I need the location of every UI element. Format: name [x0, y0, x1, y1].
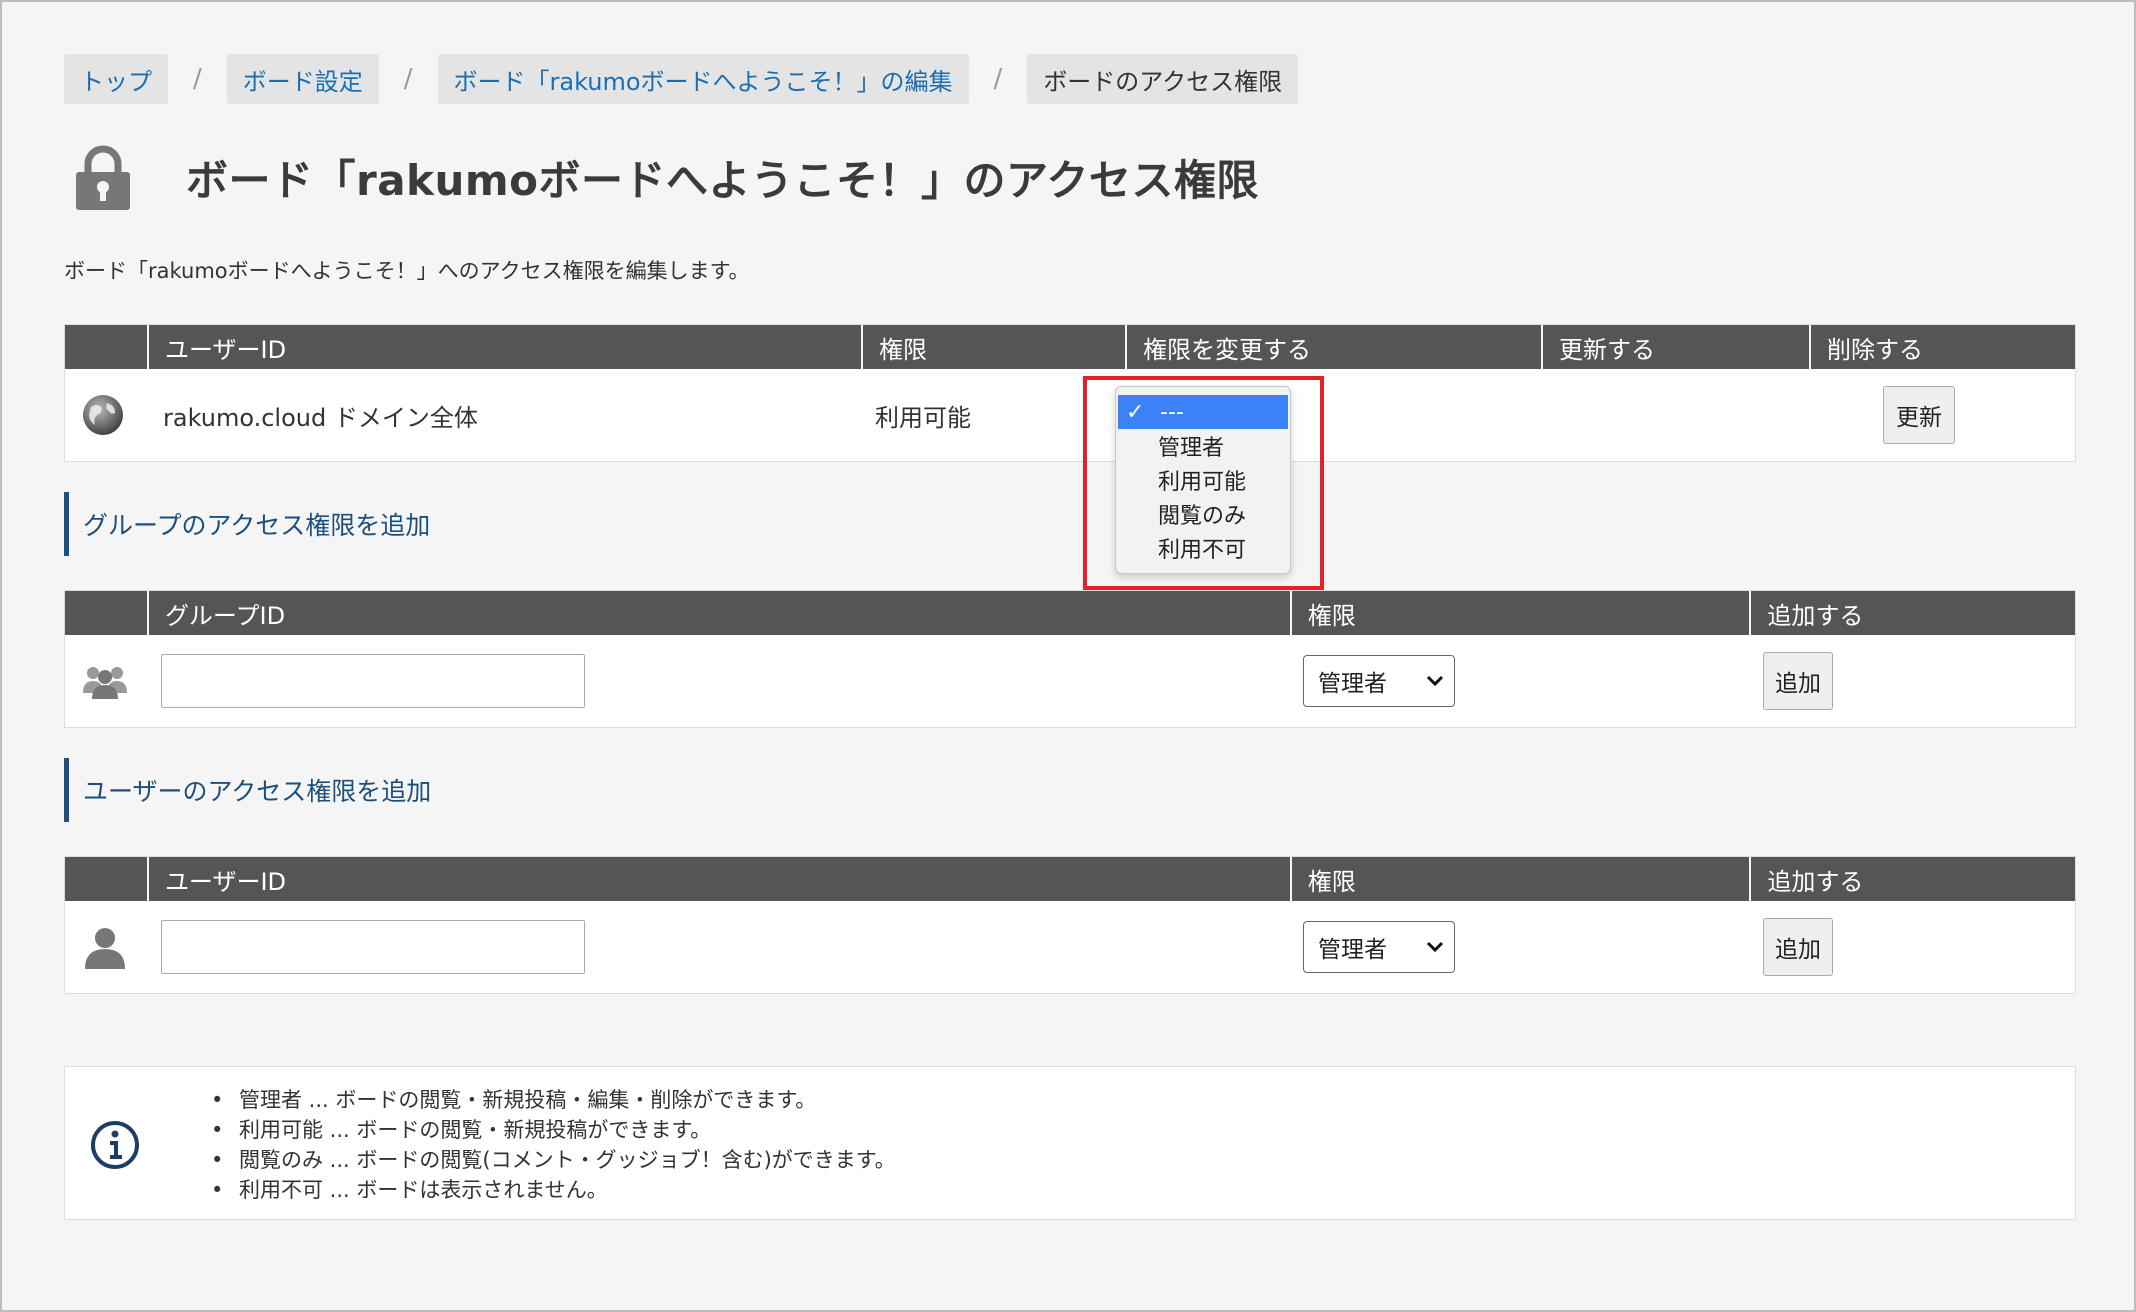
- dropdown-option-read-only[interactable]: 閲覧のみ: [1116, 497, 1290, 531]
- lock-icon: [74, 144, 132, 210]
- info-box: 管理者 ... ボードの閲覧・新規投稿・編集・削除ができます。 利用可能 ...…: [64, 1066, 2076, 1220]
- user-id-input[interactable]: [161, 920, 585, 974]
- page-header: ボード「rakumoボードへようこそ！」のアクセス権限: [74, 144, 1259, 210]
- access-table: ユーザーID 権限 権限を変更する 更新する 削除する rakumo.cloud…: [64, 324, 2076, 462]
- header-permission: 権限: [1289, 591, 1750, 635]
- page-title: ボード「rakumoボードへようこそ！」のアクセス権限: [186, 155, 1259, 205]
- globe-icon: [81, 369, 125, 461]
- header-user-id: ユーザーID: [146, 857, 1290, 901]
- header-icon-col: [65, 591, 147, 635]
- info-icon: [89, 1119, 141, 1175]
- info-list: 管理者 ... ボードの閲覧・新規投稿・編集・削除ができます。 利用可能 ...…: [211, 1085, 896, 1205]
- chevron-down-icon: [1426, 675, 1444, 687]
- chevron-down-icon: [1426, 941, 1444, 953]
- header-permission: 権限: [861, 325, 1125, 369]
- header-delete: 削除する: [1809, 325, 2075, 369]
- info-item: 利用可能 ... ボードの閲覧・新規投稿ができます。: [211, 1115, 896, 1145]
- user-id-cell: [161, 901, 585, 993]
- table-row: 管理者 追加: [65, 635, 2075, 727]
- user-permission-select[interactable]: 管理者: [1303, 921, 1455, 973]
- group-permission-cell: 管理者: [1303, 635, 1455, 727]
- group-add-table: グループID 権限 追加する 管理者 追加: [64, 590, 2076, 728]
- user-add-cell: 追加: [1763, 901, 1833, 993]
- group-icon: [81, 635, 129, 727]
- info-item: 管理者 ... ボードの閲覧・新規投稿・編集・削除ができます。: [211, 1085, 896, 1115]
- breadcrumb-top[interactable]: トップ: [64, 54, 168, 104]
- group-permission-select[interactable]: 管理者: [1303, 655, 1455, 707]
- info-item: 閲覧のみ ... ボードの閲覧(コメント・グッジョブ！含む)ができます。: [211, 1145, 896, 1175]
- row-user-id: rakumo.cloud ドメイン全体: [163, 403, 478, 432]
- header-group-id: グループID: [146, 591, 1290, 635]
- group-id-cell: [161, 635, 585, 727]
- group-add-button[interactable]: 追加: [1763, 652, 1833, 710]
- table-header: ユーザーID 権限 追加する: [65, 857, 2075, 901]
- breadcrumb: トップ / ボード設定 / ボード「rakumoボードへようこそ！」の編集 / …: [64, 54, 1299, 104]
- header-change-permission: 権限を変更する: [1125, 325, 1541, 369]
- user-section-title: ユーザーのアクセス権限を追加: [64, 758, 431, 822]
- breadcrumb-separator: /: [403, 64, 413, 94]
- group-id-input[interactable]: [161, 654, 585, 708]
- user-icon: [83, 901, 127, 993]
- row-permission: 利用可能: [875, 403, 971, 432]
- header-icon-col: [65, 857, 147, 901]
- table-header: グループID 権限 追加する: [65, 591, 2075, 635]
- user-add-button[interactable]: 追加: [1763, 918, 1833, 976]
- table-row: 管理者 追加: [65, 901, 2075, 993]
- table-header: ユーザーID 権限 権限を変更する 更新する 削除する: [65, 325, 2075, 369]
- dropdown-option-unavailable[interactable]: 利用不可: [1116, 531, 1290, 565]
- page-description: ボード「rakumoボードへようこそ！」へのアクセス権限を編集します。: [64, 259, 750, 283]
- permission-change-dropdown[interactable]: ✓ --- 管理者 利用可能 閲覧のみ 利用不可: [1115, 386, 1291, 574]
- dropdown-option-available[interactable]: 利用可能: [1116, 463, 1290, 497]
- dropdown-option-none[interactable]: ✓ ---: [1118, 395, 1288, 429]
- table-row: rakumo.cloud ドメイン全体 利用可能 更新: [65, 369, 2075, 461]
- breadcrumb-separator: /: [193, 64, 202, 94]
- header-update: 更新する: [1541, 325, 1809, 369]
- group-add-cell: 追加: [1763, 635, 1833, 727]
- update-button[interactable]: 更新: [1883, 386, 1955, 444]
- dropdown-option-admin[interactable]: 管理者: [1116, 429, 1290, 463]
- breadcrumb-separator: /: [993, 64, 1003, 94]
- user-permission-cell: 管理者: [1303, 901, 1455, 993]
- breadcrumb-current: ボードのアクセス権限: [1027, 54, 1299, 104]
- update-cell: 更新: [1883, 369, 1955, 461]
- header-user-id: ユーザーID: [147, 325, 861, 369]
- group-section-title: グループのアクセス権限を追加: [64, 492, 430, 556]
- header-icon-col: [65, 325, 147, 369]
- select-value: 管理者: [1318, 671, 1387, 697]
- header-permission: 権限: [1289, 857, 1750, 901]
- breadcrumb-board-edit[interactable]: ボード「rakumoボードへようこそ！」の編集: [437, 54, 969, 104]
- info-item: 利用不可 ... ボードは表示されません。: [211, 1175, 896, 1205]
- user-add-table: ユーザーID 権限 追加する 管理者 追加: [64, 856, 2076, 994]
- select-value: 管理者: [1318, 937, 1387, 963]
- breadcrumb-board-settings[interactable]: ボード設定: [226, 54, 379, 104]
- header-add: 追加する: [1749, 857, 2075, 901]
- option-label: ---: [1160, 399, 1184, 425]
- header-add: 追加する: [1749, 591, 2075, 635]
- checkmark-icon: ✓: [1126, 399, 1145, 425]
